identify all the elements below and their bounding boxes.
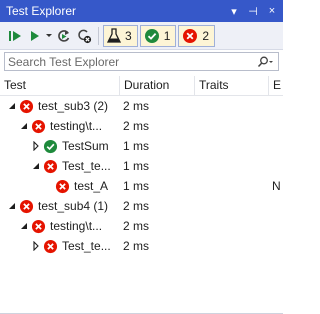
toolbar: 3 1 2 xyxy=(0,22,283,50)
duration-cell: 2 ms xyxy=(123,99,150,113)
tree-row[interactable]: Test_te... 2 ms xyxy=(0,236,283,256)
failed-count: 2 xyxy=(202,28,210,43)
tree-cell: Test_te... xyxy=(0,156,117,176)
failed-icon xyxy=(18,198,34,214)
failed-icon xyxy=(30,118,46,134)
search-input[interactable] xyxy=(5,53,252,70)
duration-cell: 2 ms xyxy=(123,239,150,253)
extra-cell xyxy=(272,96,283,116)
run-button[interactable] xyxy=(26,25,44,47)
duration-cell: 1 ms xyxy=(123,139,150,153)
total-count: 3 xyxy=(125,28,132,43)
column-header-test[interactable]: Test xyxy=(0,76,120,95)
expanded-arrow-icon[interactable] xyxy=(30,162,42,170)
pin-button[interactable]: ⊣ xyxy=(245,5,261,18)
tree-row[interactable]: test_sub4 (1) 2 ms xyxy=(0,196,283,216)
passed-tests-filter[interactable]: 1 xyxy=(139,24,177,47)
close-button[interactable]: × xyxy=(264,5,280,17)
repeat-run-icon xyxy=(58,29,70,42)
tree-row[interactable]: testing\t... 2 ms xyxy=(0,116,283,136)
expanded-arrow-icon[interactable] xyxy=(18,122,30,130)
passed-icon xyxy=(42,138,58,154)
tree-cell: testing\t... xyxy=(0,116,117,136)
expanded-arrow-icon[interactable] xyxy=(6,102,18,110)
test-name: testing\t... xyxy=(50,219,103,233)
column-header-duration[interactable]: Duration xyxy=(120,76,195,95)
run-all-button[interactable] xyxy=(6,25,26,47)
extra-cell xyxy=(272,216,283,236)
passed-icon xyxy=(144,28,159,43)
tree-row[interactable]: Test_te... 1 ms xyxy=(0,156,283,176)
run-icon xyxy=(31,30,39,41)
expanded-arrow-icon[interactable] xyxy=(18,222,30,230)
traits-cell xyxy=(198,96,268,116)
test-name: test_A xyxy=(74,179,109,193)
test-name: testing\t... xyxy=(50,119,103,133)
duration-cell: 1 ms xyxy=(123,179,150,193)
failed-icon xyxy=(42,238,58,254)
repeat-last-run-button[interactable] xyxy=(54,25,74,47)
extra-cell xyxy=(272,136,283,156)
search-icon xyxy=(257,56,273,67)
tree-cell: TestSum xyxy=(0,136,117,156)
failed-icon xyxy=(42,158,58,174)
traits-cell xyxy=(198,196,268,216)
cancel-run-button[interactable] xyxy=(74,25,94,47)
extra-cell xyxy=(272,116,283,136)
passed-count: 1 xyxy=(163,28,171,43)
window-title: Test Explorer xyxy=(6,4,77,18)
test-name: test_sub4 (1) xyxy=(38,199,109,213)
extra-cell xyxy=(272,156,283,176)
duration-cell: 2 ms xyxy=(123,219,150,233)
column-header: Test Duration Traits E xyxy=(0,76,283,96)
failed-icon xyxy=(18,98,34,114)
collapsed-arrow-icon[interactable] xyxy=(30,141,42,151)
test-name: Test_te... xyxy=(62,159,111,173)
test-name: Test_te... xyxy=(62,239,111,253)
tree-cell: testing\t... xyxy=(0,216,117,236)
duration-cell: 1 ms xyxy=(123,159,150,173)
tree-cell: Test_te... xyxy=(0,236,117,256)
collapsed-arrow-icon[interactable] xyxy=(30,241,42,251)
traits-cell xyxy=(198,216,268,236)
tree-cell: test_sub3 (2) xyxy=(0,96,117,116)
run-dropdown-button[interactable] xyxy=(44,25,54,47)
tree-row[interactable]: test_A 1 ms N xyxy=(0,176,283,196)
run-all-icon xyxy=(9,30,21,41)
extra-cell: N xyxy=(272,179,281,193)
flask-icon xyxy=(107,27,121,43)
test-name: test_sub3 (2) xyxy=(38,99,109,113)
failed-icon xyxy=(183,28,198,43)
column-header-extra[interactable]: E xyxy=(269,76,283,95)
extra-cell xyxy=(272,196,283,216)
expanded-arrow-icon[interactable] xyxy=(6,202,18,210)
traits-cell xyxy=(198,176,268,196)
test-name: TestSum xyxy=(62,139,109,153)
window-menu-button[interactable]: ▾ xyxy=(226,5,242,18)
traits-cell xyxy=(198,136,268,156)
extra-cell xyxy=(272,236,283,256)
test-tree: test_sub3 (2) 2 ms testing\t... 2 ms TestSum… xyxy=(0,96,283,256)
toolbar-separator xyxy=(98,26,99,45)
tree-row[interactable]: testing\t... 2 ms xyxy=(0,216,283,236)
title-bar: Test Explorer ▾ ⊣ × xyxy=(0,0,283,22)
chevron-down-icon xyxy=(46,33,52,37)
duration-cell: 2 ms xyxy=(123,119,150,133)
duration-cell: 2 ms xyxy=(123,199,150,213)
search-options-button[interactable] xyxy=(252,56,278,68)
column-header-traits[interactable]: Traits xyxy=(195,76,269,95)
tree-row[interactable]: TestSum 1 ms xyxy=(0,136,283,156)
failed-icon xyxy=(54,178,70,194)
tree-row[interactable]: test_sub3 (2) 2 ms xyxy=(0,96,283,116)
traits-cell xyxy=(198,116,268,136)
total-tests-filter[interactable]: 3 xyxy=(103,24,138,47)
tree-cell: test_A xyxy=(0,176,117,196)
cancel-run-icon xyxy=(78,29,92,43)
traits-cell xyxy=(198,156,268,176)
search-box xyxy=(4,52,279,71)
failed-icon xyxy=(30,218,46,234)
failed-tests-filter[interactable]: 2 xyxy=(178,24,216,47)
tree-cell: test_sub4 (1) xyxy=(0,196,117,216)
traits-cell xyxy=(198,236,268,256)
